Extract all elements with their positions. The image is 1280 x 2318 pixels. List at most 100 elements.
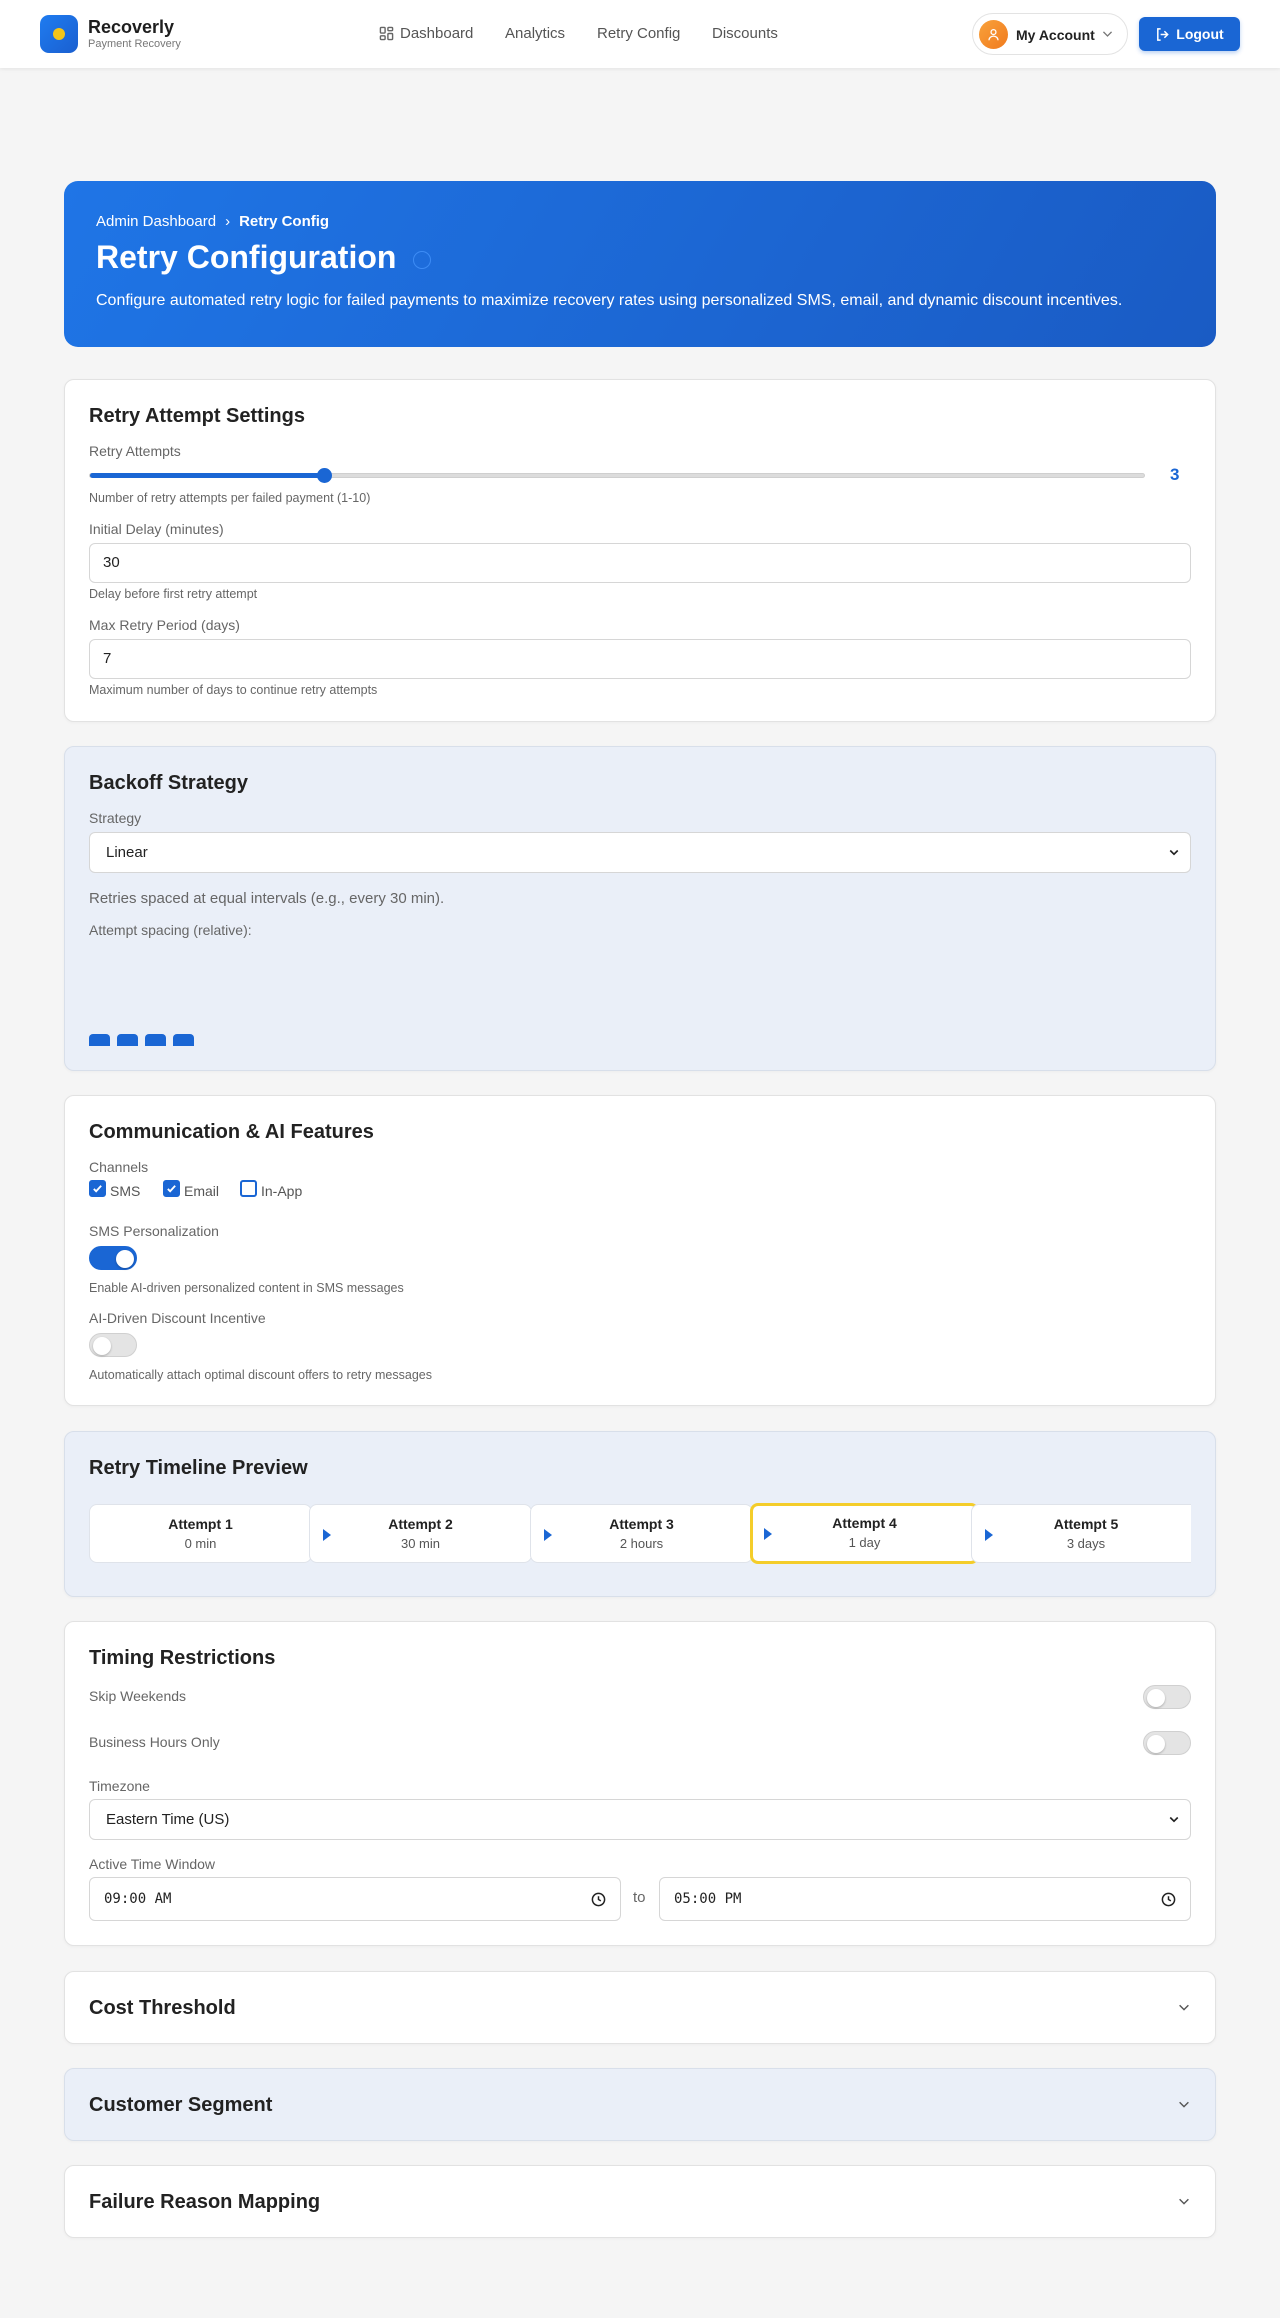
communication-ai-card: Communication & AI Features Channels SMS…: [64, 1095, 1216, 1406]
timeline-attempt-time: 1 day: [848, 1535, 881, 1550]
retry-attempt-settings-card: Retry Attempt Settings Retry Attempts 3 …: [64, 379, 1216, 722]
chevron-down-icon: [1169, 1816, 1179, 1823]
window-start-time-input[interactable]: 09:00 AM: [89, 1877, 621, 1921]
slider-thumb[interactable]: [317, 468, 333, 483]
strategy-label: Strategy: [89, 810, 142, 826]
business-hours-toggle[interactable]: [1143, 1731, 1191, 1755]
active-window-label: Active Time Window: [89, 1856, 216, 1872]
nav-retry-config-label: Retry Config: [597, 25, 681, 42]
nav-dashboard-label: Dashboard: [400, 25, 474, 42]
channel-in-app-checkbox[interactable]: In-App: [240, 1179, 302, 1199]
ai-discount-hint: Automatically attach optimal discount of…: [89, 1368, 432, 1382]
retry-timeline-card: Retry Timeline Preview Attempt 1 0 min A…: [64, 1431, 1216, 1597]
nav-retry-config[interactable]: Retry Config: [597, 25, 680, 42]
max-retry-period-hint: Maximum number of days to continue retry…: [89, 683, 378, 697]
nav-dashboard[interactable]: Dashboard: [379, 25, 473, 42]
section-title: Retry Timeline Preview: [89, 1457, 308, 1479]
timeline-item[interactable]: Attempt 2 30 min: [309, 1504, 532, 1563]
attempt-spacing-label: Attempt spacing (relative):: [89, 922, 252, 938]
channel-email-label: Email: [184, 1183, 220, 1199]
section-title: Communication & AI Features: [89, 1121, 374, 1143]
ai-discount-toggle[interactable]: [89, 1333, 137, 1357]
clock-icon[interactable]: [591, 1892, 606, 1907]
window-end-value: 05:00 PM: [674, 1891, 742, 1907]
slider-fill: [90, 473, 325, 478]
section-title: Backoff Strategy: [89, 772, 248, 794]
business-hours-label: Business Hours Only: [89, 1734, 220, 1750]
timeline-attempt-time: 3 days: [1066, 1536, 1106, 1551]
customer-segment-section[interactable]: Customer Segment: [64, 2068, 1216, 2141]
page-title: Retry Configuration: [96, 239, 397, 275]
logout-label: Logout: [1176, 26, 1224, 42]
max-retry-period-input[interactable]: 7: [89, 639, 1191, 679]
timeline-attempt-time: 0 min: [184, 1536, 217, 1551]
window-start-value: 09:00 AM: [104, 1891, 172, 1907]
channel-sms-checkbox[interactable]: SMS: [89, 1179, 141, 1199]
clock-icon[interactable]: [1161, 1892, 1176, 1907]
breadcrumb: Admin Dashboard › Retry Config: [96, 213, 329, 230]
checkbox-checked-icon: [89, 1179, 106, 1197]
timing-restrictions-card: Timing Restrictions Skip Weekends Busine…: [64, 1621, 1216, 1946]
backoff-strategy-card: Backoff Strategy Strategy Linear Retries…: [64, 746, 1216, 1071]
chevron-down-icon[interactable]: [1177, 2097, 1191, 2111]
checkbox-checked-icon: [163, 1179, 180, 1197]
checkbox-unchecked-icon: [240, 1179, 257, 1197]
nav-analytics[interactable]: Analytics: [505, 25, 565, 42]
section-title: Timing Restrictions: [89, 1647, 276, 1669]
account-menu-button[interactable]: My Account: [972, 13, 1128, 55]
window-end-time-input[interactable]: 05:00 PM: [659, 1877, 1191, 1921]
strategy-description: Retries spaced at equal intervals (e.g.,…: [89, 890, 445, 907]
timeline-attempt-name: Attempt 2: [388, 1516, 453, 1532]
chevron-down-icon: [1169, 849, 1179, 856]
section-title: Cost Threshold: [89, 1997, 236, 2019]
nav-discounts-label: Discounts: [712, 25, 778, 42]
strategy-selected-value: Linear: [106, 844, 148, 861]
spacing-bar: [145, 1034, 166, 1046]
info-icon[interactable]: [413, 251, 431, 269]
timeline-item-highlighted[interactable]: Attempt 4 1 day: [750, 1503, 979, 1564]
attempt-spacing-bars: [89, 1034, 201, 1046]
logout-button[interactable]: Logout: [1139, 17, 1240, 51]
breadcrumb-current: Retry Config: [239, 213, 330, 230]
strategy-select[interactable]: Linear: [89, 832, 1191, 873]
sms-personalization-toggle[interactable]: [89, 1246, 137, 1270]
section-title: Customer Segment: [89, 2094, 273, 2116]
brand-tagline: Payment Recovery: [88, 38, 181, 50]
sms-personalization-label: SMS Personalization: [89, 1223, 219, 1239]
chevron-down-icon[interactable]: [1177, 2000, 1191, 2014]
channel-sms-label: SMS: [110, 1183, 141, 1199]
chevron-down-icon: [1102, 31, 1113, 37]
timeline-attempt-name: Attempt 4: [832, 1515, 897, 1531]
timeline-attempt-time: 2 hours: [619, 1536, 664, 1551]
retry-attempts-value: 3: [1170, 465, 1180, 484]
brand-name[interactable]: Recoverly: [88, 17, 174, 38]
timeline-item[interactable]: Attempt 1 0 min: [89, 1504, 312, 1563]
initial-delay-hint: Delay before first retry attempt: [89, 587, 258, 601]
breadcrumb-separator: ›: [225, 213, 231, 230]
failure-reason-mapping-section[interactable]: Failure Reason Mapping: [64, 2165, 1216, 2238]
retry-timeline: Attempt 1 0 min Attempt 2 30 min Attempt…: [89, 1503, 1191, 1564]
chevron-down-icon[interactable]: [1177, 2194, 1191, 2208]
section-title: Retry Attempt Settings: [89, 405, 305, 427]
timeline-item[interactable]: Attempt 3 2 hours: [530, 1504, 753, 1563]
logo-icon[interactable]: [40, 15, 78, 53]
initial-delay-label: Initial Delay (minutes): [89, 521, 224, 537]
skip-weekends-toggle[interactable]: [1143, 1685, 1191, 1709]
top-navigation-bar: Recoverly Payment Recovery Dashboard Ana…: [0, 0, 1280, 68]
timeline-attempt-name: Attempt 1: [168, 1516, 233, 1532]
cost-threshold-section[interactable]: Cost Threshold: [64, 1971, 1216, 2044]
account-label: My Account: [1016, 27, 1095, 43]
timeline-item[interactable]: Attempt 5 3 days: [971, 1504, 1191, 1563]
timezone-select[interactable]: Eastern Time (US): [89, 1799, 1191, 1840]
nav-discounts[interactable]: Discounts: [712, 25, 778, 42]
timezone-label: Timezone: [89, 1778, 150, 1794]
nav-analytics-label: Analytics: [505, 25, 566, 42]
channel-email-checkbox[interactable]: Email: [163, 1179, 220, 1199]
breadcrumb-parent-link[interactable]: Admin Dashboard: [96, 213, 216, 230]
logout-icon: [1157, 27, 1169, 41]
spacing-bar: [89, 1034, 110, 1046]
section-title: Failure Reason Mapping: [89, 2191, 321, 2213]
initial-delay-input[interactable]: 30: [89, 543, 1191, 583]
window-separator: to: [633, 1889, 646, 1906]
retry-attempts-slider[interactable]: [89, 468, 1145, 483]
